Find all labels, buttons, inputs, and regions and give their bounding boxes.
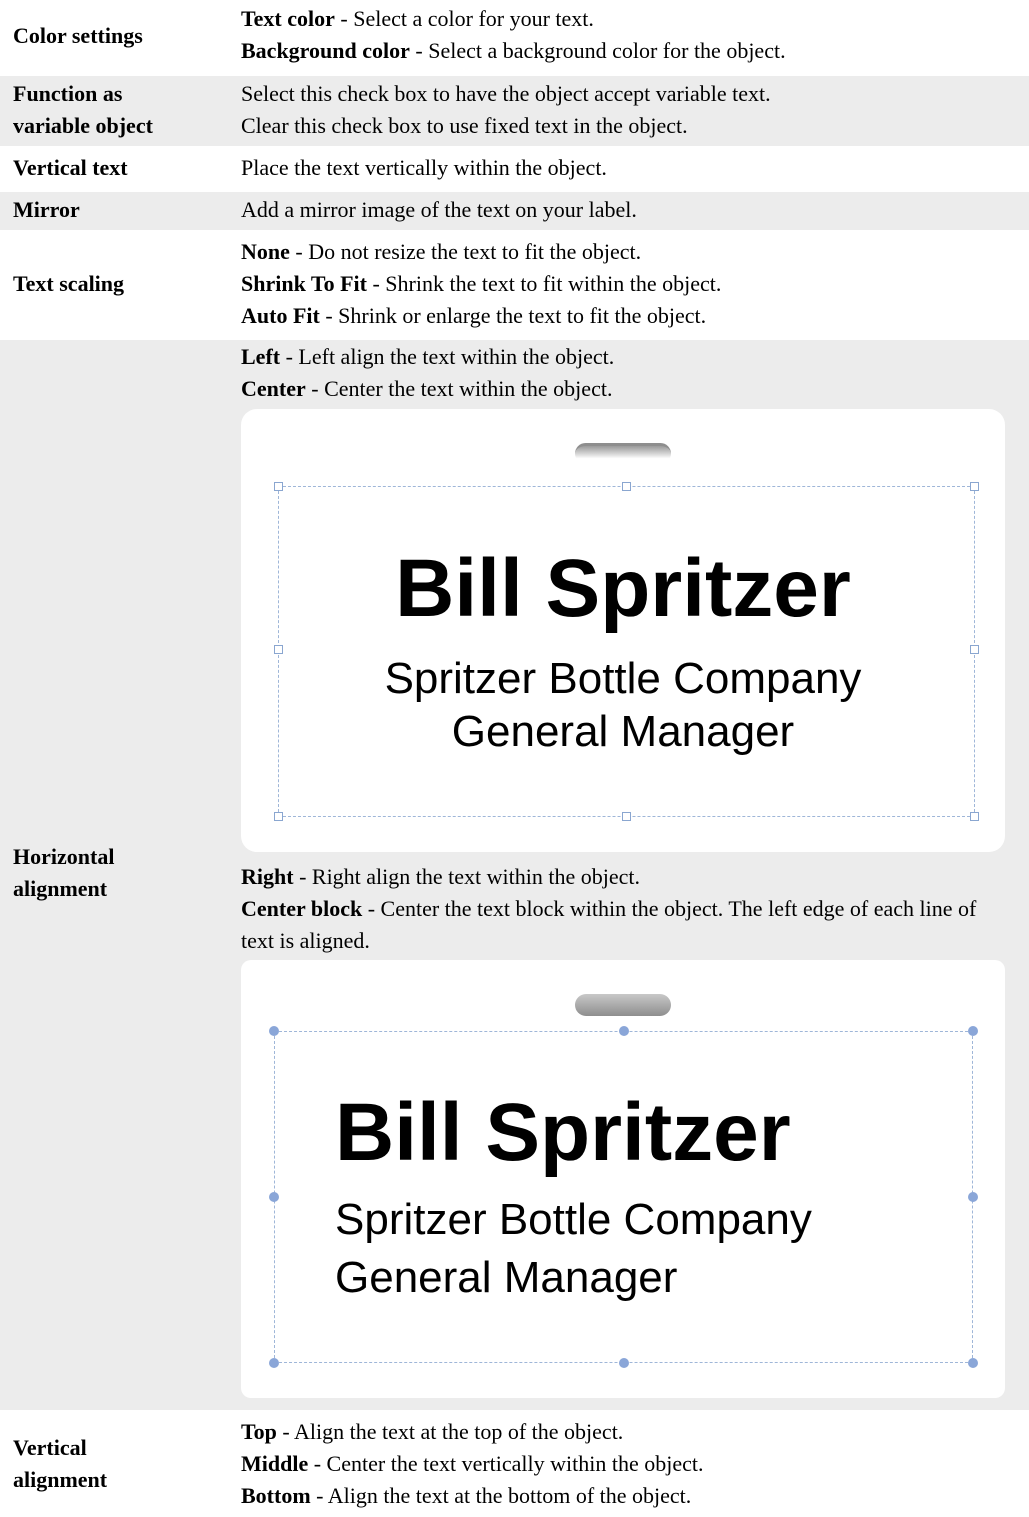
- desc-line: Left - Left align the text within the ob…: [241, 341, 1011, 373]
- resize-handle: [269, 1358, 279, 1368]
- resize-handle: [269, 1192, 279, 1202]
- desc-text: - Align the text at the bottom of the ob…: [310, 1483, 692, 1508]
- desc-line: Add a mirror image of the text on your l…: [241, 197, 637, 222]
- desc-text-scaling: None - Do not resize the text to fit the…: [241, 236, 1011, 332]
- desc-bold: Bottom: [241, 1483, 311, 1508]
- resize-handle: [619, 1026, 629, 1036]
- desc-line: Select this check box to have the object…: [241, 81, 771, 106]
- resize-handle: [968, 1192, 978, 1202]
- desc-bold: Middle: [241, 1451, 309, 1476]
- term-line: alignment: [13, 876, 108, 901]
- desc-line: Right - Right align the text within the …: [241, 861, 1011, 893]
- resize-handle: [968, 1026, 978, 1036]
- desc-text: - Center the text vertically within the …: [308, 1451, 704, 1476]
- desc-bold: Center block: [241, 896, 363, 921]
- row-variable-object: Function as variable object Select this …: [0, 76, 1029, 146]
- term-vertical-text: Vertical text: [13, 155, 128, 180]
- desc-text: - Shrink or enlarge the text to fit the …: [319, 303, 707, 328]
- row-horizontal-alignment: Horizontal alignment Left - Left align t…: [0, 340, 1029, 1410]
- desc-text: - Do not resize the text to fit the obje…: [289, 239, 642, 264]
- resize-handle: [622, 482, 631, 491]
- row-mirror: Mirror Add a mirror image of the text on…: [0, 192, 1029, 230]
- row-text-scaling: Text scaling None - Do not resize the te…: [0, 234, 1029, 336]
- resize-handle: [274, 482, 283, 491]
- row-vertical-alignment: Vertical alignment Top - Align the text …: [0, 1414, 1029, 1517]
- desc-line: Center block - Center the text block wit…: [241, 893, 1011, 957]
- desc-color-settings: Text color - Select a color for your tex…: [241, 3, 1011, 67]
- desc-bold: Center: [241, 376, 306, 401]
- desc-line: Bottom - Align the text at the bottom of…: [241, 1480, 1011, 1512]
- resize-handle: [968, 1358, 978, 1368]
- desc-text: - Right align the text within the object…: [293, 864, 640, 889]
- desc-bold: None: [241, 239, 290, 264]
- badge-name: Bill Spritzer: [395, 543, 851, 634]
- resize-handle: [970, 482, 979, 491]
- resize-handle: [269, 1026, 279, 1036]
- desc-bold: Auto Fit: [241, 303, 320, 328]
- selection-box: [278, 486, 975, 817]
- desc-line: Shrink To Fit - Shrink the text to fit w…: [241, 268, 1011, 300]
- term-line: Horizontal: [13, 844, 115, 869]
- desc-text: - Left align the text within the object.: [280, 344, 615, 369]
- term-horizontal-alignment: Horizontal alignment: [13, 841, 228, 905]
- desc-text: - Select a color for your text.: [334, 6, 594, 31]
- desc-text: - Align the text at the top of the objec…: [276, 1419, 624, 1444]
- term-color-settings: Color settings: [13, 23, 143, 48]
- badge-slot: [575, 994, 671, 1016]
- desc-bold: Right: [241, 864, 294, 889]
- desc-horizontal-top: Left - Left align the text within the ob…: [241, 341, 1011, 405]
- term-line: variable object: [13, 113, 153, 138]
- resize-handle: [622, 812, 631, 821]
- badge-slot: [575, 443, 671, 464]
- badge-example-centered: Bill Spritzer Spritzer Bottle Company Ge…: [241, 409, 1005, 852]
- desc-vertical-text: Place the text vertically within the obj…: [241, 152, 1011, 184]
- term-line: Vertical: [13, 1435, 87, 1460]
- resize-handle: [970, 812, 979, 821]
- desc-line: None - Do not resize the text to fit the…: [241, 236, 1011, 268]
- desc-horizontal-mid: Right - Right align the text within the …: [241, 861, 1011, 957]
- desc-bold: Background color: [241, 38, 410, 63]
- desc-text: - Center the text within the object.: [305, 376, 613, 401]
- term-mirror: Mirror: [13, 197, 80, 222]
- desc-text: - Shrink the text to fit within the obje…: [366, 271, 722, 296]
- badge-name: Bill Spritzer: [335, 1087, 791, 1178]
- badge-example-center-block: Bill Spritzer Spritzer Bottle Company Ge…: [241, 960, 1005, 1398]
- resize-handle: [274, 812, 283, 821]
- desc-line: Clear this check box to use fixed text i…: [241, 113, 688, 138]
- desc-variable-object: Select this check box to have the object…: [241, 78, 1011, 142]
- term-line: alignment: [13, 1467, 108, 1492]
- desc-line: Place the text vertically within the obj…: [241, 155, 607, 180]
- badge-company: Spritzer Bottle Company: [384, 654, 862, 703]
- desc-bold: Text color: [241, 6, 335, 31]
- row-color-settings: Color settings Text color - Select a col…: [0, 0, 1029, 72]
- desc-bold: Top: [241, 1419, 277, 1444]
- resize-handle: [619, 1358, 629, 1368]
- term-vertical-alignment: Vertical alignment: [13, 1432, 228, 1496]
- desc-line: Top - Align the text at the top of the o…: [241, 1416, 1011, 1448]
- desc-line: Auto Fit - Shrink or enlarge the text to…: [241, 300, 1011, 332]
- term-text-scaling: Text scaling: [13, 271, 125, 296]
- desc-text: - Select a background color for the obje…: [409, 38, 786, 63]
- desc-mirror: Add a mirror image of the text on your l…: [241, 194, 1011, 226]
- row-vertical-text: Vertical text Place the text vertically …: [0, 150, 1029, 188]
- desc-line: Text color - Select a color for your tex…: [241, 3, 1011, 35]
- badge-company: Spritzer Bottle Company: [335, 1195, 812, 1244]
- desc-line: Center - Center the text within the obje…: [241, 373, 1011, 405]
- term-line: Function as: [13, 81, 123, 106]
- desc-line: Middle - Center the text vertically with…: [241, 1448, 1011, 1480]
- desc-bold: Left: [241, 344, 281, 369]
- desc-line: Background color - Select a background c…: [241, 35, 1011, 67]
- desc-vertical-alignment: Top - Align the text at the top of the o…: [241, 1416, 1011, 1512]
- badge-title: General Manager: [451, 707, 795, 756]
- term-variable-object: Function as variable object: [13, 78, 228, 142]
- desc-bold: Shrink To Fit: [241, 271, 367, 296]
- badge-title: General Manager: [335, 1253, 678, 1302]
